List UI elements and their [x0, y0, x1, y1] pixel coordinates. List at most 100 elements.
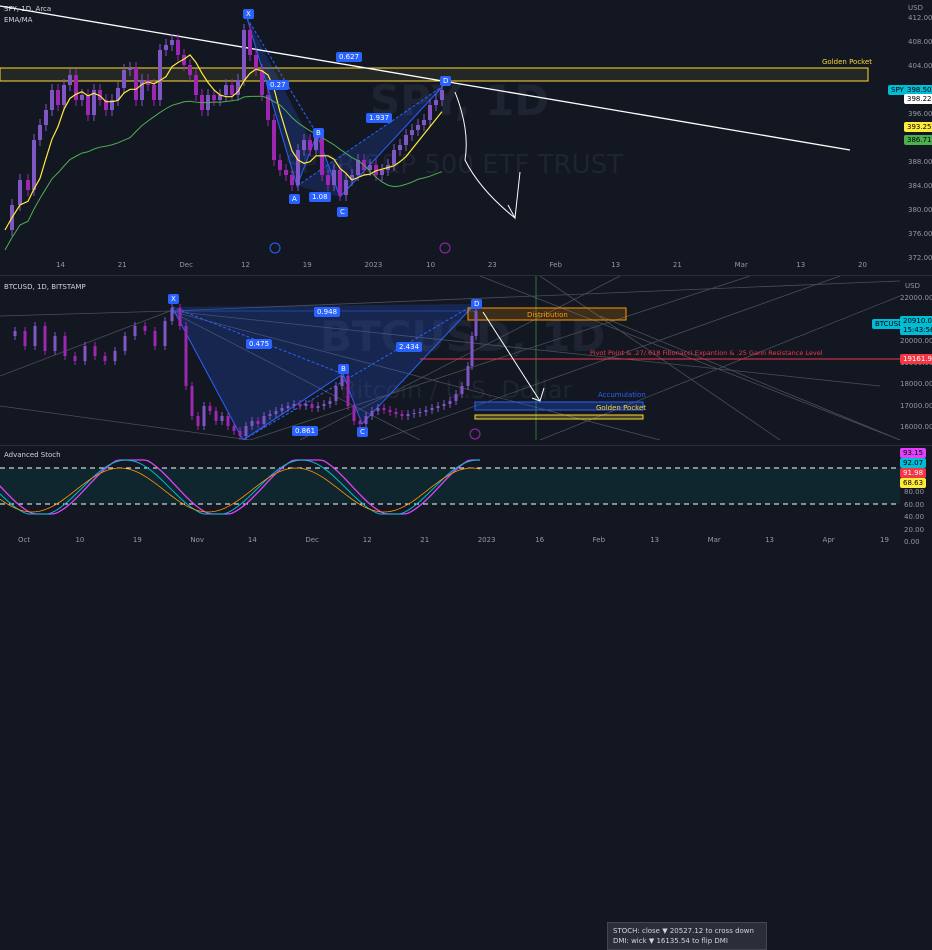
spy-price-tick-8: 380.00 [908, 206, 932, 214]
candle-body [248, 30, 252, 55]
candle-body [370, 411, 374, 416]
candle-body [434, 100, 438, 105]
candle-body [398, 145, 402, 150]
candle-body [256, 421, 260, 424]
candle-body [340, 376, 344, 386]
spy-price-tick-10: 372.00 [908, 254, 932, 262]
spy-chart-pane[interactable]: SPY, 1D, Arca EMA/MA SPY, 1D SPDR S&P 50… [0, 0, 932, 286]
stoch-date-tick-11: 13 [650, 536, 660, 544]
candle-body [292, 404, 296, 406]
candle-body [320, 135, 324, 175]
candle-body [290, 175, 294, 185]
candle-body [93, 346, 97, 356]
candle-body [56, 90, 60, 105]
spy-price-tick-1: 408.00 [908, 38, 932, 46]
candle-body [406, 414, 410, 416]
candle-body [430, 408, 434, 410]
btc-event-icon [469, 428, 481, 440]
candle-body [43, 326, 47, 351]
candle-body [123, 336, 127, 351]
stoch-date-tick-4: 14 [247, 536, 257, 544]
candle-body [13, 331, 17, 336]
candle-body [73, 356, 77, 361]
stoch-value-tick-0: 80.00 [904, 488, 925, 496]
stoch-date-tick-6: 12 [362, 536, 372, 544]
candle-body [418, 412, 422, 413]
candle-body [194, 75, 198, 95]
candle-body [178, 308, 182, 326]
candle-body [188, 65, 192, 75]
candle-body [346, 376, 350, 406]
candle-body [424, 410, 428, 412]
stoch-date-tick-14: Apr [822, 536, 835, 544]
candle-body [184, 326, 188, 386]
spy-date-tick-3: 12 [241, 261, 250, 269]
spy-prev-tag: 398.22 [904, 94, 932, 104]
spy-price-tick-7: 384.00 [908, 182, 932, 190]
candle-body [74, 75, 78, 100]
candle-body [32, 140, 36, 190]
candle-body [338, 170, 342, 195]
candle-body [214, 411, 218, 421]
candle-body [260, 70, 264, 95]
candle-body [376, 408, 380, 411]
spy-date-tick-13: 20 [858, 261, 867, 269]
spy-date-tick-0: 14 [56, 261, 65, 269]
spy-drawing-layer [0, 5, 869, 254]
candle-body [308, 140, 312, 150]
candle-body [392, 150, 396, 165]
candle-body [23, 331, 27, 346]
candle-body [352, 406, 356, 421]
candle-body [388, 410, 392, 412]
dividend-icon [269, 242, 281, 254]
candle-body [33, 326, 37, 346]
candle-body [230, 85, 234, 95]
stoch-date-tick-7: 21 [420, 536, 430, 544]
stoch-value-tick-4: 0.00 [904, 538, 920, 546]
spy-date-tick-5: 2023 [364, 261, 383, 269]
stoch-date-tick-9: 16 [535, 536, 545, 544]
spy-date-tick-2: Dec [179, 261, 193, 269]
stoch-value-tick-2: 40.00 [904, 513, 925, 521]
spy-ratio-xb: 0.627 [336, 52, 363, 62]
candle-body [268, 414, 272, 416]
candle-body [412, 413, 416, 414]
spy-projection-arrow [454, 91, 516, 219]
candle-body [322, 404, 326, 406]
btc-golden-pocket-zone [474, 414, 644, 420]
candle-body [153, 331, 157, 346]
btc-chart-pane[interactable]: BTCUSD, 1D, BITSTAMP BTCUSD, 1D Bitcoin … [0, 276, 932, 440]
stoch-tag-k: 93.15 [900, 448, 927, 458]
btc-pivot-price-tag: 19161.93 [900, 354, 932, 364]
spy-price-tick-6: 388.00 [908, 158, 932, 166]
stoch-date-tick-2: 19 [132, 536, 142, 544]
candle-body [422, 120, 426, 125]
candle-body [68, 75, 72, 85]
spy-date-tick-12: 13 [796, 261, 806, 269]
candle-body [44, 110, 48, 125]
candle-body [296, 150, 300, 185]
candle-body [133, 326, 137, 336]
spy-price-tick-9: 376.00 [908, 230, 932, 238]
stoch-date-tick-0: Oct [18, 536, 31, 544]
stoch-pane[interactable]: Advanced Stoch STOCH: close ▼ 20527.12 t… [0, 446, 932, 950]
stoch-date-tick-12: Mar [707, 536, 721, 544]
candle-body [286, 406, 290, 408]
candle-body [170, 308, 174, 321]
btc-point-c: C [357, 427, 368, 437]
btc-distribution-label: Distribution [527, 311, 568, 319]
candle-body [164, 45, 168, 50]
candle-body [86, 95, 90, 115]
candle-body [380, 170, 384, 175]
candle-body [416, 125, 420, 130]
candle-body [196, 416, 200, 426]
candle-body [262, 416, 266, 424]
btc-price-tick-5: 17000.00 [900, 401, 932, 410]
stoch-drawing-layer [0, 459, 900, 515]
spy-point-x: X [243, 9, 254, 19]
candle-body [448, 401, 452, 404]
btc-ratio-bc: 0.861 [292, 426, 319, 436]
candle-body [466, 366, 470, 386]
btc-point-b: B [338, 364, 349, 374]
btc-pivot-label: Pivot Point & .27/.618 Fibonacci Expanti… [590, 349, 823, 357]
